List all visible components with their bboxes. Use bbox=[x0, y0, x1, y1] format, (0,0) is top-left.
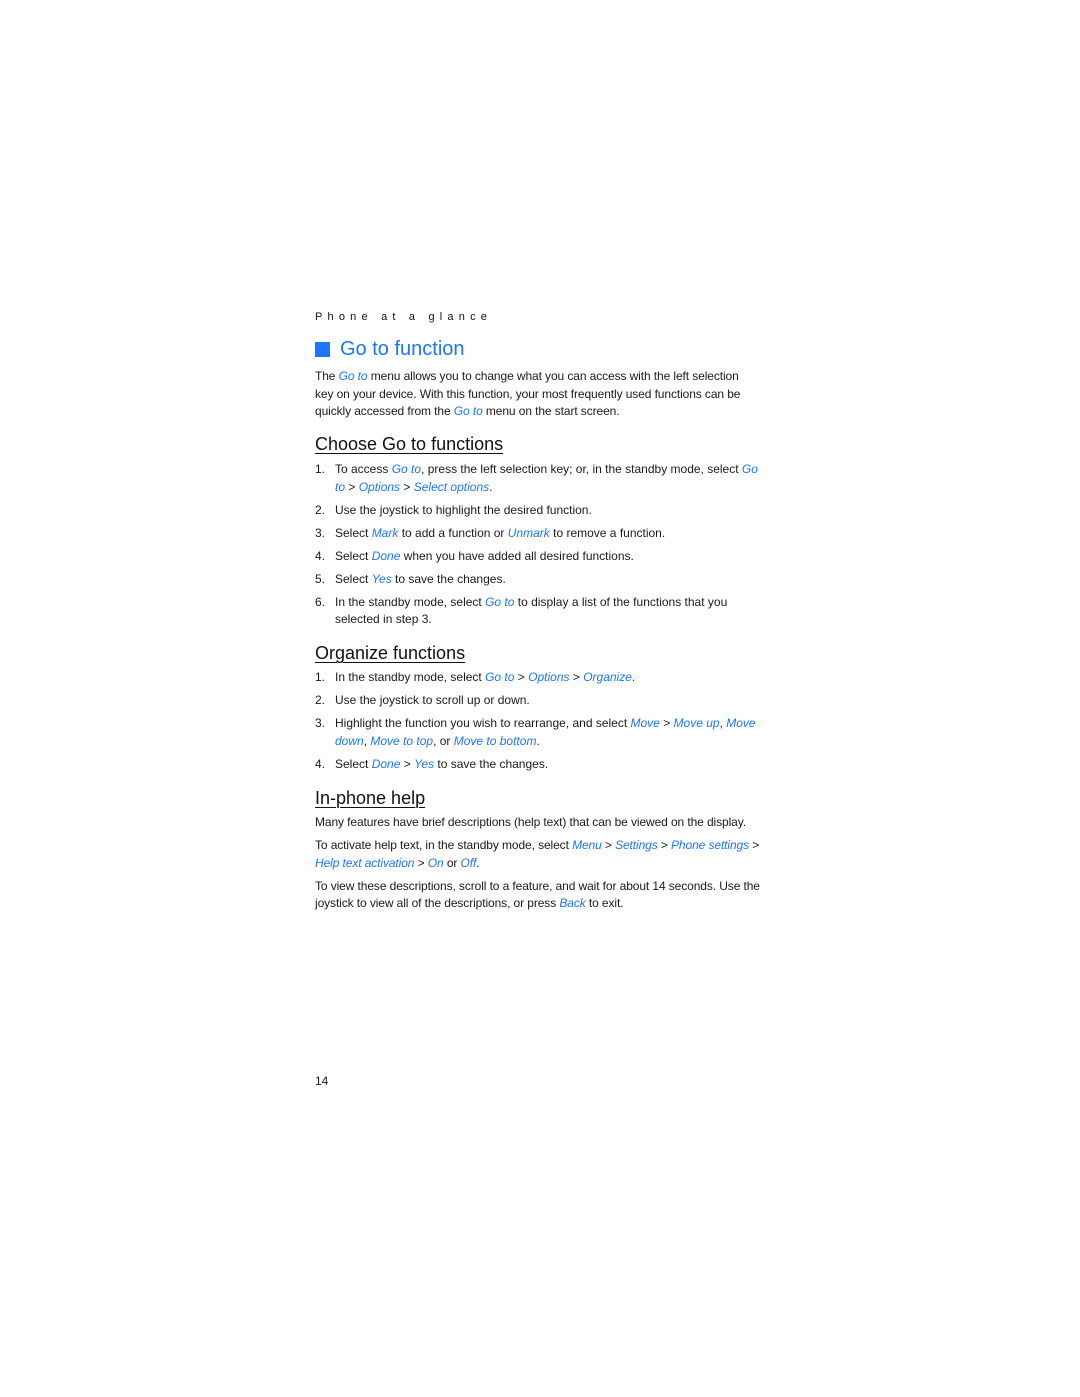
section-heading-organize: Organize functions bbox=[315, 643, 466, 663]
help-paragraphs: Many features have brief descriptions (h… bbox=[315, 814, 760, 918]
paragraph: To activate help text, in the standby mo… bbox=[315, 837, 760, 872]
body-text: The bbox=[315, 369, 339, 383]
body-text: > bbox=[400, 756, 415, 771]
list-item: 2. Use the joystick to highlight the desi… bbox=[315, 502, 760, 520]
title-square-icon bbox=[315, 342, 330, 357]
body-text: or bbox=[443, 855, 461, 870]
choose-steps-list: 1. To access Go to, press the left select… bbox=[315, 461, 760, 634]
menu-path-link: Go to bbox=[453, 404, 483, 418]
menu-path-link: Go to bbox=[485, 670, 515, 684]
paragraph: Many features have brief descriptions (h… bbox=[315, 814, 760, 832]
step-number: 2. bbox=[315, 693, 326, 707]
menu-path-link: Organize bbox=[583, 670, 632, 684]
body-text: To access bbox=[335, 462, 392, 476]
body-text: Select bbox=[335, 525, 372, 540]
step-number: 4. bbox=[315, 548, 326, 563]
list-item: 3. Select Mark to add a function or Unmar… bbox=[315, 525, 760, 543]
paragraph: To view these descriptions, scroll to a … bbox=[315, 878, 760, 913]
body-text: > bbox=[400, 479, 414, 494]
body-text: > bbox=[749, 838, 760, 852]
list-item: 5. Select Yes to save the changes. bbox=[315, 571, 760, 589]
menu-path-link: Move to bottom bbox=[453, 733, 537, 748]
running-header: Phone at a glance bbox=[315, 311, 493, 323]
menu-path-link: Menu bbox=[572, 838, 602, 852]
section-heading-help: In-phone help bbox=[315, 788, 426, 808]
list-item: 4. Select Done when you have added all de… bbox=[315, 548, 760, 566]
section-heading-choose: Choose Go to functions bbox=[315, 434, 504, 454]
step-number: 3. bbox=[315, 525, 326, 540]
step-number: 1. bbox=[315, 670, 326, 684]
list-item: 1. To access Go to, press the left select… bbox=[315, 461, 760, 496]
list-item: 1. In the standby mode, select Go to > Op… bbox=[315, 669, 760, 687]
menu-path-link: Yes bbox=[414, 756, 435, 771]
body-text: Select bbox=[335, 571, 372, 586]
menu-path-link: Done bbox=[371, 548, 401, 563]
body-text: In the standby mode, select bbox=[335, 594, 486, 609]
menu-path-link: Go to bbox=[391, 462, 422, 476]
body-text: Use the joystick to scroll up or down. bbox=[335, 693, 530, 707]
list-item: 3. Highlight the function you wish to rea… bbox=[315, 715, 760, 750]
body-text: , press the left selection key; or, in t… bbox=[421, 462, 742, 476]
step-number: 4. bbox=[315, 756, 326, 771]
body-text: > bbox=[569, 670, 584, 684]
body-text: when you have added all desired function… bbox=[400, 548, 634, 563]
step-number: 3. bbox=[315, 716, 326, 730]
body-text: Select bbox=[335, 548, 372, 563]
menu-path-link: On bbox=[427, 855, 444, 870]
menu-path-link: Phone settings bbox=[671, 838, 750, 852]
step-number: 1. bbox=[315, 462, 326, 476]
menu-path-link: Done bbox=[371, 756, 401, 771]
list-item: 2. Use the joystick to scroll up or down. bbox=[315, 692, 760, 710]
page-title: Go to function bbox=[315, 338, 465, 361]
step-number: 5. bbox=[315, 571, 326, 586]
body-text: . bbox=[489, 479, 493, 494]
step-number: 2. bbox=[315, 502, 326, 517]
body-text: > bbox=[659, 716, 674, 730]
menu-path-link: Settings bbox=[615, 838, 658, 852]
body-text: . bbox=[476, 855, 480, 870]
menu-path-link: Move bbox=[630, 716, 660, 730]
body-text: to save the changes. bbox=[434, 756, 549, 771]
menu-path-link: Move up bbox=[673, 716, 720, 730]
page-number: 14 bbox=[315, 1074, 329, 1088]
page-title-text: Go to function bbox=[340, 338, 465, 360]
menu-path-link: Help text activation bbox=[315, 855, 415, 870]
menu-path-link: Go to bbox=[338, 369, 368, 383]
intro-paragraph: The Go to menu allows you to change what… bbox=[315, 368, 760, 421]
body-text: > bbox=[657, 838, 672, 852]
menu-path-link: Select options bbox=[413, 479, 490, 494]
organize-steps-list: 1. In the standby mode, select Go to > Op… bbox=[315, 669, 760, 779]
body-text: Use the joystick to highlight the desire… bbox=[335, 502, 592, 517]
menu-path-link: Options bbox=[358, 479, 401, 494]
menu-path-link: Move to top bbox=[370, 733, 434, 748]
body-text: In the standby mode, select bbox=[335, 670, 486, 684]
menu-path-link: Mark bbox=[371, 525, 399, 540]
body-text: To view these descriptions, scroll to a … bbox=[315, 878, 760, 911]
menu-path-link: Go to bbox=[485, 594, 515, 609]
menu-path-link: Yes bbox=[371, 571, 392, 586]
menu-path-link: Unmark bbox=[507, 525, 550, 540]
menu-path-link: Options bbox=[528, 670, 570, 684]
body-text: to add a function or bbox=[398, 525, 508, 540]
body-text: Many features have brief descriptions (h… bbox=[315, 815, 746, 829]
body-text: to save the changes. bbox=[391, 571, 506, 586]
body-text: To activate help text, in the standby mo… bbox=[315, 838, 573, 852]
step-number: 6. bbox=[315, 594, 326, 609]
body-text: menu on the start screen. bbox=[482, 404, 620, 418]
body-text: , or bbox=[433, 733, 454, 748]
list-item: 6. In the standby mode, select Go to to d… bbox=[315, 594, 760, 629]
list-item: 4. Select Done > Yes to save the changes. bbox=[315, 756, 760, 774]
body-text: Highlight the function you wish to rearr… bbox=[335, 716, 631, 730]
menu-path-link: Back bbox=[559, 896, 586, 910]
body-text: > bbox=[345, 479, 359, 494]
body-text: > bbox=[414, 855, 428, 870]
body-text: . bbox=[536, 733, 540, 748]
menu-path-link: Off bbox=[460, 855, 477, 870]
body-text: Select bbox=[335, 756, 372, 771]
body-text: to remove a function. bbox=[549, 525, 666, 540]
body-text: > bbox=[514, 670, 529, 684]
body-text: to exit. bbox=[585, 896, 624, 910]
body-text: > bbox=[601, 838, 616, 852]
body-text: . bbox=[631, 670, 636, 684]
